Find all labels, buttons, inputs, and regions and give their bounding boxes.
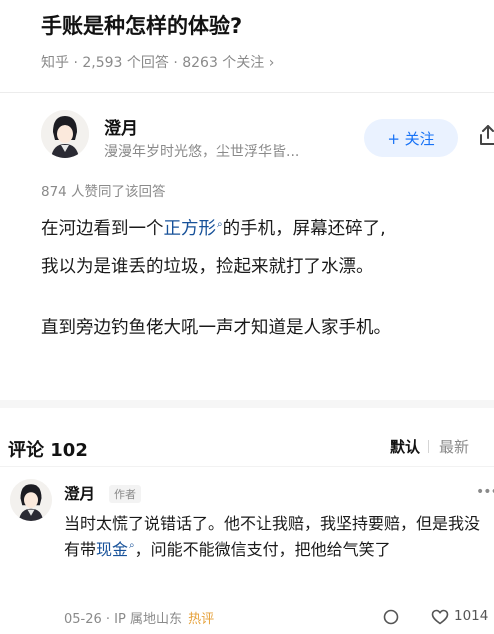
question-title[interactable]: 手账是种怎样的体验? xyxy=(41,10,242,40)
divider xyxy=(0,92,494,93)
author-badge: 作者 xyxy=(109,485,141,503)
commenter-avatar[interactable] xyxy=(10,479,52,521)
answer-text: 在河边看到一个 xyxy=(41,219,164,239)
answer-paragraph-1: 在河边看到一个正方形⌕的手机，屏幕还碎了, xyxy=(41,214,494,246)
comments-header: 评论 102 xyxy=(8,440,88,461)
question-meta[interactable]: 知乎 · 2,593 个回答 · 8263 个关注 › xyxy=(41,52,274,72)
like-count: 1014 xyxy=(454,608,489,624)
author-bio: 漫漫年岁时光悠，尘世浮华皆... xyxy=(104,144,300,160)
comment-icon[interactable] xyxy=(383,609,399,625)
search-link[interactable]: 正方形 xyxy=(164,219,217,239)
sort-divider xyxy=(428,440,430,453)
section-gap xyxy=(0,400,494,408)
commenter-name[interactable]: 澄月 xyxy=(64,482,95,504)
hot-comment-badge: 热评 xyxy=(188,612,215,627)
sort-default-tab[interactable]: 默认 xyxy=(390,438,420,456)
comment-meta: 05-26 · IP 属地山东 热评 xyxy=(64,608,214,627)
answer-paragraph-1-line-2: 我以为是谁丢的垃圾，捡起来就打了水漂。 xyxy=(41,257,374,277)
follow-button[interactable]: + 关注 xyxy=(364,119,458,157)
author-avatar[interactable] xyxy=(41,110,89,158)
author-name[interactable]: 澄月 xyxy=(104,114,138,139)
divider xyxy=(0,466,494,467)
sort-latest-tab[interactable]: 最新 xyxy=(439,438,469,456)
share-icon[interactable] xyxy=(478,123,494,147)
comment-text: 当时太慌了说错话了。他不让我赔，我坚持要赔，但是我没有带现金⌕，问能不能微信支付… xyxy=(64,511,494,562)
heart-icon[interactable] xyxy=(431,609,449,625)
answer-paragraph-2: 直到旁边钓鱼佬大吼一声才知道是人家手机。 xyxy=(41,318,391,338)
comment-date-location: 05-26 · IP 属地山东 xyxy=(64,612,182,627)
search-link[interactable]: 现金 xyxy=(96,540,128,559)
answer-text: 的手机，屏幕还碎了, xyxy=(222,219,386,239)
more-icon[interactable]: ••• xyxy=(476,484,494,500)
comment-text-part: ，问能不能微信支付，把他给气笑了 xyxy=(134,539,391,559)
comment-sort: 默认 最新 xyxy=(390,436,469,457)
vote-count: 874 人赞同了该回答 xyxy=(41,184,166,200)
